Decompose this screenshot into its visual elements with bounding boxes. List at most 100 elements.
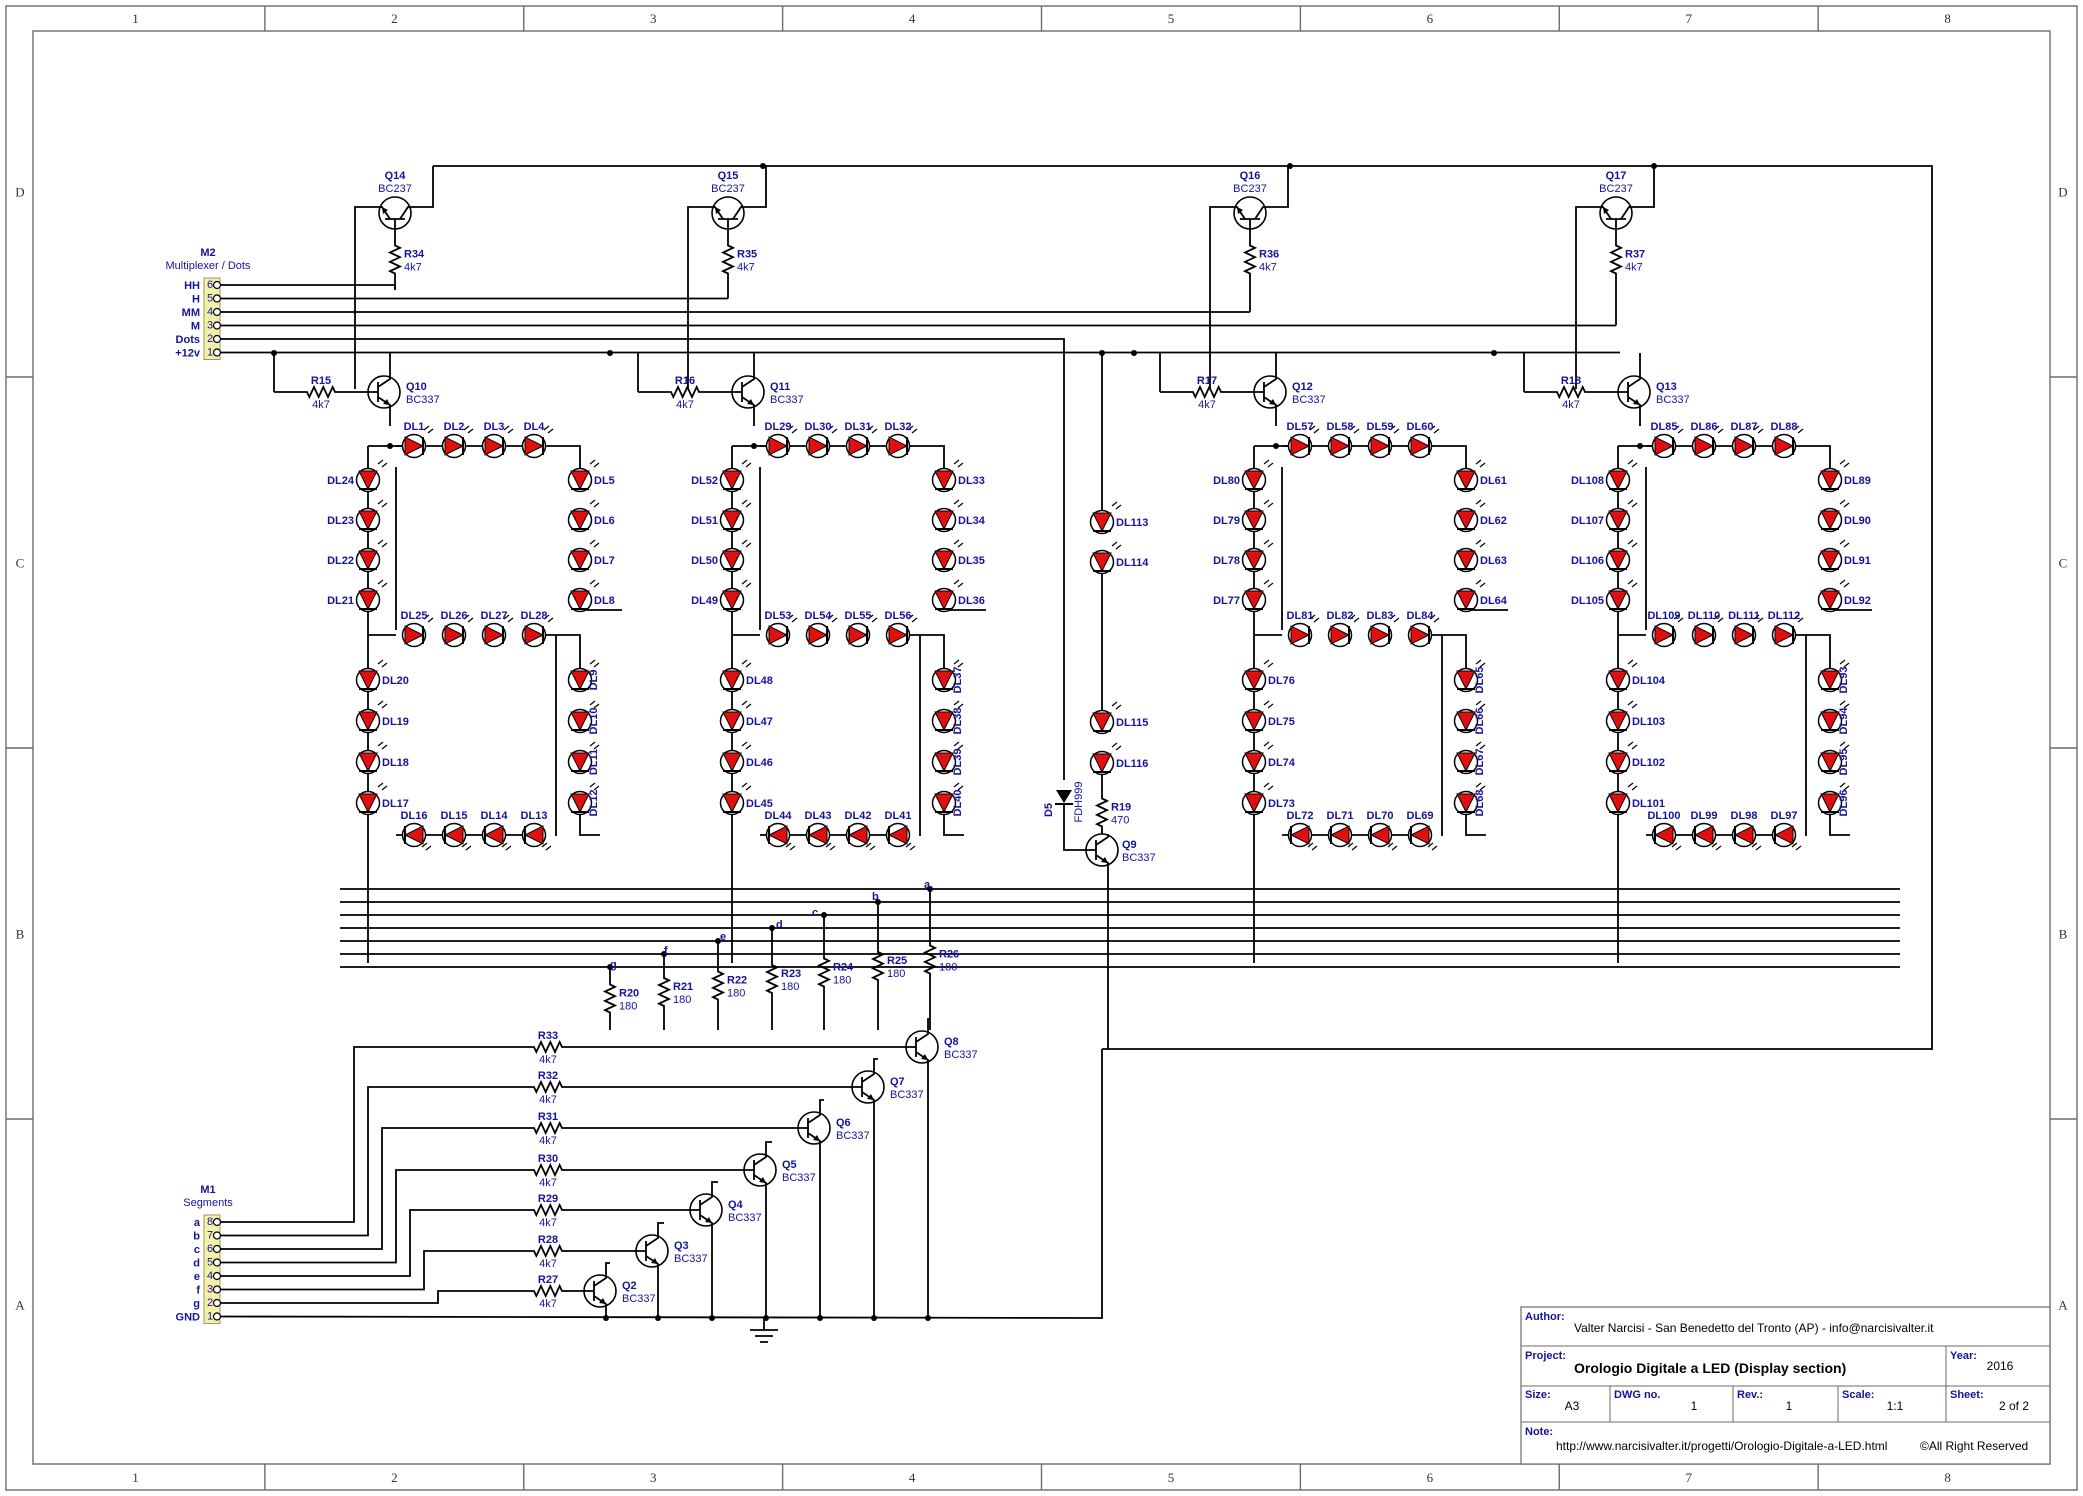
led-emission-arrows [1627, 499, 1638, 508]
dwg-label: DWG no. [1614, 1389, 1660, 1401]
led-dl91: DL91 [1817, 539, 1871, 573]
connector-pin [212, 280, 222, 290]
led-label: DL4 [524, 421, 546, 433]
connector-ref: M1 [200, 1184, 215, 1196]
led-label: DL18 [382, 757, 409, 769]
led-emission-arrows [1475, 459, 1486, 468]
led-label: DL50 [691, 555, 718, 567]
led-label: DL103 [1632, 716, 1665, 728]
connector-pin-number: 5 [207, 293, 213, 305]
resistor-zigzag [530, 1162, 566, 1178]
led-emission-arrows [1263, 459, 1274, 468]
led-dl11: DL11 [567, 741, 600, 775]
resistor-zigzag [530, 1120, 566, 1136]
resistor-ref: R16 [675, 375, 695, 387]
led-label: DL96 [1838, 790, 1850, 817]
resistor-value: 180 [727, 988, 745, 1000]
sheet-frame: 1122334455667788D DC CB BA A [5, 5, 2078, 1491]
led-emission-arrows [741, 700, 752, 709]
resistor-zigzag [530, 1243, 566, 1259]
led-emission-arrows [1263, 741, 1274, 750]
junction-dot [607, 350, 613, 356]
resistor-r32: R32 4k7 [530, 1070, 566, 1106]
diode-triangle [1056, 790, 1072, 803]
led-emission-arrows [953, 741, 964, 750]
transistor-ref: Q9 [1122, 839, 1137, 851]
seg-wire [1829, 815, 1850, 836]
led-dl67: DL67 [1453, 741, 1486, 775]
led-label: DL15 [441, 810, 468, 822]
led-label: DL54 [805, 610, 833, 622]
resistor-value: 4k7 [539, 1094, 557, 1106]
led-emission-arrows [953, 782, 964, 791]
led-label: DL84 [1407, 610, 1435, 622]
led-label: DL74 [1268, 757, 1296, 769]
resistor-zigzag [602, 967, 618, 1030]
led-label: DL65 [1474, 667, 1486, 694]
resistor-zigzag [1160, 384, 1254, 400]
collector-wire [1575, 206, 1600, 389]
led-emission-arrows [1839, 741, 1850, 750]
led-label: DL53 [765, 610, 792, 622]
emitter-wire [1632, 166, 1655, 208]
led-dl3: DL3 [481, 421, 514, 459]
connector-pin [212, 334, 222, 344]
led-emission-arrows [741, 659, 752, 668]
column-label-top: 2 [391, 11, 398, 26]
collector-wire [873, 1058, 878, 1071]
led-label: DL88 [1771, 421, 1798, 433]
resistor-ref: R21 [673, 981, 693, 993]
row-label-left: C [16, 556, 25, 571]
transistor-type: BC237 [1233, 183, 1267, 195]
led-dl42: DL42 [845, 810, 876, 851]
led-emission-arrows [377, 782, 388, 791]
led-label: DL107 [1571, 515, 1604, 527]
led-label: DL6 [594, 515, 615, 527]
led-emission-arrows [1475, 659, 1486, 668]
led-label: DL105 [1571, 595, 1604, 607]
transistor-ref: Q16 [1240, 170, 1261, 182]
transistor-type: BC237 [1599, 183, 1633, 195]
connector-pin [212, 1298, 222, 1308]
resistor-r34: R344k7 [387, 229, 425, 290]
led-dl1: DL1 [401, 421, 434, 459]
resistor-value: 4k7 [539, 1135, 557, 1147]
led-dl6: DL6 [567, 499, 615, 533]
column-label-top: 1 [132, 11, 139, 26]
connector-pin-number: 1 [207, 347, 213, 359]
led-label: DL7 [594, 555, 615, 567]
led-label: DL79 [1213, 515, 1240, 527]
author-value: Valter Narcisi - San Benedetto del Tront… [1574, 1321, 1934, 1335]
column-label-top: 3 [650, 11, 657, 26]
led-emission-arrows [953, 659, 964, 668]
row-label-left: A [15, 1298, 25, 1313]
resistor-zigzag [530, 1283, 566, 1299]
led-dl109: DL109 [1647, 610, 1684, 648]
led-label: DL38 [952, 708, 964, 735]
led-label: DL30 [805, 421, 832, 433]
led-label: DL57 [1287, 421, 1314, 433]
connector-pin [212, 307, 222, 317]
led-label: DL111 [1728, 610, 1760, 622]
components: M2Multiplexer / DotsHH 6H 5MM 4M 3Dots 2+12v 1… [166, 170, 1871, 1343]
led-label: DL52 [691, 475, 718, 487]
transistor-q15: Q15BC237 [711, 170, 745, 230]
led-label: DL95 [1838, 749, 1850, 776]
transistor-q3: Q3BC337 [635, 1234, 708, 1268]
led-label: DL97 [1771, 810, 1798, 822]
segment-control [217, 1046, 530, 1223]
led-emission-arrows [377, 539, 388, 548]
resistor-ref: R36 [1259, 249, 1279, 261]
led-emission-arrows [1839, 782, 1850, 791]
seg-wire [579, 815, 600, 836]
led-dl5: DL5 [567, 459, 615, 493]
resistor-value: 4k7 [539, 1177, 557, 1189]
connector-pin-label: c [194, 1244, 200, 1256]
led-dl40: DL40 [931, 782, 964, 816]
resistor-ref: R33 [538, 1030, 558, 1042]
led-dl38: DL38 [931, 700, 964, 735]
led-label: DL63 [1480, 555, 1507, 567]
led-label: DL47 [746, 716, 773, 728]
led-label: DL71 [1327, 810, 1354, 822]
led-dl71: DL71 [1327, 810, 1358, 851]
